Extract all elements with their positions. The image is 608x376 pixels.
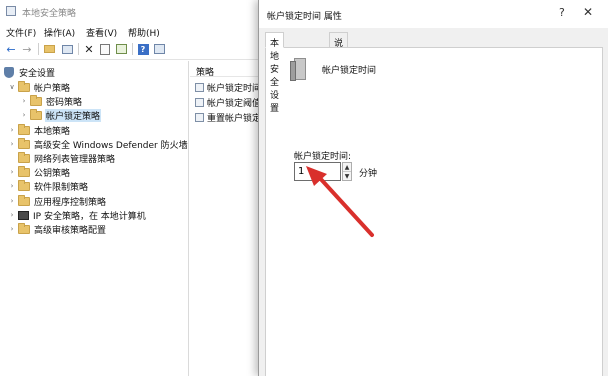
tree-item-app-control[interactable]: › 应用程序控制策略 <box>8 194 107 208</box>
tree-label: 软件限制策略 <box>34 182 89 193</box>
tree-item-account-lockout-policy[interactable]: › 帐户锁定策略 <box>20 108 102 122</box>
chevron-right-icon[interactable]: › <box>8 225 16 233</box>
tree-item-public-key[interactable]: › 公钥策略 <box>8 165 71 179</box>
folder-icon <box>18 165 30 177</box>
chevron-right-icon[interactable]: › <box>8 126 16 134</box>
tree-label: 高级安全 Windows Defender 防火墙 <box>34 140 188 151</box>
tree-item-ip-security[interactable]: › IP 安全策略，在 本地计算机 <box>8 208 147 222</box>
chevron-right-icon[interactable]: › <box>8 168 16 176</box>
menu-view[interactable]: 查看(V) <box>86 26 117 39</box>
policy-icon <box>195 83 204 92</box>
tab-panel: 帐户锁定时间 帐户锁定时间: ▲ ▼ 分钟 <box>265 47 603 376</box>
folder-icon <box>18 179 30 191</box>
show-tree-icon[interactable] <box>60 42 74 56</box>
menu-help[interactable]: 帮助(H) <box>128 26 160 39</box>
export-icon[interactable] <box>114 42 128 56</box>
chevron-right-icon[interactable]: › <box>20 97 28 105</box>
chevron-right-icon[interactable]: › <box>8 182 16 190</box>
delete-icon[interactable]: ✕ <box>82 42 96 56</box>
dialog-title: 帐户锁定时间 属性 <box>267 12 342 22</box>
close-icon[interactable]: ✕ <box>583 5 593 19</box>
tree-label: 帐户策略 <box>34 83 71 94</box>
forward-icon[interactable]: → <box>20 42 34 56</box>
chevron-right-icon[interactable]: › <box>8 197 16 205</box>
chevron-right-icon[interactable]: › <box>8 140 16 148</box>
folder-icon <box>18 194 30 206</box>
menu-file[interactable]: 文件(F) <box>6 26 36 39</box>
tree-item-software-restriction[interactable]: › 软件限制策略 <box>8 179 89 193</box>
list-item-lockout-threshold[interactable]: 帐户锁定阈值 <box>195 96 260 109</box>
tree-label: 帐户锁定策略 <box>45 108 102 122</box>
tree-pane: 安全设置 ∨ 帐户策略 › 密码策略 › 帐户锁定策略 › 本地策略 › 高级安… <box>0 61 189 376</box>
tree-label: 应用程序控制策略 <box>34 197 107 208</box>
minutes-unit-label: 分钟 <box>359 169 378 179</box>
tab-local-security-setting[interactable]: 本地安全设置 <box>265 32 285 114</box>
policy-icon <box>195 98 204 107</box>
chevron-right-icon[interactable]: › <box>8 211 16 219</box>
back-icon[interactable]: ← <box>4 42 18 56</box>
tree-item-local-policies[interactable]: › 本地策略 <box>8 123 71 137</box>
folder-icon <box>18 151 30 163</box>
chevron-right-icon[interactable]: › <box>20 111 28 119</box>
tree-label: 密码策略 <box>46 97 83 108</box>
tree-item-advanced-audit[interactable]: › 高级审核策略配置 <box>8 222 107 236</box>
tree-root[interactable]: 安全设置 <box>4 65 56 79</box>
chevron-down-icon[interactable]: ∨ <box>8 83 16 91</box>
tree-label: 安全设置 <box>19 68 56 79</box>
folder-icon <box>30 94 42 106</box>
toolbar-separator <box>78 43 79 55</box>
app-icon <box>6 6 16 16</box>
tree-item-network-list[interactable]: 网络列表管理器策略 <box>18 151 116 165</box>
folder-icon <box>18 80 30 92</box>
tree-item-account-policies[interactable]: ∨ 帐户策略 <box>8 80 71 94</box>
spin-down-icon[interactable]: ▼ <box>343 172 351 181</box>
tab-explain[interactable]: 说明 <box>329 32 349 62</box>
lockout-duration-stepper: ▲ ▼ <box>342 162 352 181</box>
policy-name: 帐户锁定时间 <box>322 66 377 76</box>
list-item-label: 重置帐户锁定 <box>207 114 260 124</box>
tree-label: 网络列表管理器策略 <box>34 154 116 165</box>
spin-up-icon[interactable]: ▲ <box>343 163 351 172</box>
lockout-duration-input[interactable] <box>294 162 341 181</box>
security-settings-icon <box>4 66 14 78</box>
lockout-duration-label: 帐户锁定时间: <box>294 152 352 162</box>
tree-label: IP 安全策略，在 本地计算机 <box>33 211 146 222</box>
properties-dialog: 帐户锁定时间 属性 ? ✕ 本地安全设置 说明 帐户锁定时间 帐户锁定时间: ▲… <box>258 0 608 376</box>
tree-label: 高级审核策略配置 <box>34 225 107 236</box>
mmc-title: 本地安全策略 <box>22 9 77 19</box>
list-item-lockout-duration[interactable]: 帐户锁定时间 <box>195 81 260 94</box>
policy-list-pane: 策略 帐户锁定时间 帐户锁定阈值 重置帐户锁定 <box>190 61 260 376</box>
help-icon[interactable]: ? <box>136 42 150 56</box>
list-item-reset-lockout[interactable]: 重置帐户锁定 <box>195 111 260 124</box>
menu-action[interactable]: 操作(A) <box>44 26 75 39</box>
policy-icon <box>195 113 204 122</box>
list-item-label: 帐户锁定时间 <box>207 84 260 94</box>
folder-icon <box>30 108 42 120</box>
toolbar-separator <box>132 43 133 55</box>
tree-label: 公钥策略 <box>34 168 71 179</box>
folder-icon <box>18 123 30 135</box>
up-folder-icon[interactable] <box>42 42 56 56</box>
tree-item-password-policy[interactable]: › 密码策略 <box>20 94 83 108</box>
column-header-policy: 策略 <box>196 68 215 78</box>
help-button[interactable]: ? <box>559 6 565 19</box>
dialog-titlebar[interactable]: 帐户锁定时间 属性 ? ✕ <box>259 0 608 28</box>
folder-icon <box>18 137 30 149</box>
console-icon[interactable] <box>152 42 166 56</box>
list-item-label: 帐户锁定阈值 <box>207 99 260 109</box>
tree-label: 本地策略 <box>34 126 71 137</box>
folder-icon <box>18 222 30 234</box>
policy-server-icon <box>290 58 307 82</box>
tree-item-defender-firewall[interactable]: › 高级安全 Windows Defender 防火墙 <box>8 137 189 151</box>
computer-icon <box>18 210 29 220</box>
list-header[interactable]: 策略 <box>190 61 260 78</box>
toolbar-separator <box>38 43 39 55</box>
properties-icon[interactable] <box>98 42 112 56</box>
